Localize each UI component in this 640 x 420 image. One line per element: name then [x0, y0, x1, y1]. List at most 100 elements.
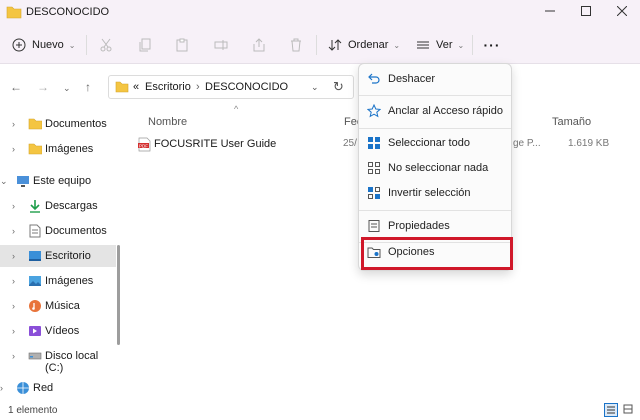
- refresh-icon[interactable]: ↻: [333, 79, 344, 95]
- chevron-right-icon[interactable]: ›: [12, 276, 15, 286]
- chevron-right-icon[interactable]: ›: [12, 251, 15, 261]
- details-view-button[interactable]: [604, 403, 618, 417]
- menu-item-propiedades[interactable]: Propiedades: [359, 215, 511, 239]
- toolbar-divider: [472, 35, 473, 55]
- file-date: 25/: [343, 138, 357, 149]
- chevron-right-icon[interactable]: ›: [12, 351, 15, 361]
- maximize-icon: [581, 6, 591, 16]
- breadcrumb-escritorio[interactable]: Escritorio: [145, 81, 191, 93]
- pdf-icon-text: PDF: [139, 143, 148, 148]
- sidebar-item-label: Disco local (C:): [45, 350, 99, 374]
- address-dropdown-icon[interactable]: ⌄: [311, 82, 319, 93]
- toolbar-divider: [316, 35, 317, 55]
- menu-item-deshacer[interactable]: Deshacer: [359, 68, 511, 92]
- tiles-view-icon: [623, 404, 633, 414]
- copy-icon[interactable]: [138, 38, 152, 52]
- minimize-button[interactable]: [532, 0, 568, 22]
- sidebar-item[interactable]: › Documentos: [0, 220, 116, 242]
- details-view-icon: [607, 406, 615, 414]
- sidebar-item[interactable]: › Escritorio: [0, 245, 116, 267]
- toolbar-divider: [86, 35, 87, 55]
- forward-arrow-icon[interactable]: →: [37, 80, 49, 94]
- download-icon: [30, 200, 40, 213]
- sidebar-scrollbar[interactable]: [117, 245, 120, 345]
- menu-item-invertir[interactable]: Invertir selección: [359, 182, 511, 206]
- recent-locations-icon[interactable]: ⌄: [63, 83, 71, 94]
- command-bar: Nuevo ⌄ Ordenar ⌄ Ver ⌄ ···: [0, 26, 640, 64]
- minimize-icon: [545, 10, 555, 12]
- sidebar-item[interactable]: ⌄ Este equipo: [0, 170, 116, 192]
- breadcrumb-overflow[interactable]: «: [133, 81, 139, 93]
- undo-icon: [368, 73, 380, 84]
- column-header-size[interactable]: Tamaño: [552, 116, 591, 128]
- menu-item-label: No seleccionar nada: [388, 162, 489, 174]
- sidebar-item[interactable]: › Descargas: [0, 195, 116, 217]
- folder-icon: [28, 143, 42, 155]
- more-options-icon[interactable]: ···: [482, 37, 502, 53]
- sidebar-item[interactable]: › Música: [0, 295, 116, 317]
- sidebar-item-label: Documentos: [45, 225, 107, 237]
- chevron-right-icon[interactable]: ›: [12, 301, 15, 311]
- menu-divider: [359, 128, 511, 129]
- sidebar-item-label: Escritorio: [45, 250, 91, 262]
- sidebar-item[interactable]: › Imágenes: [0, 270, 116, 292]
- properties-icon: [368, 220, 380, 232]
- cut-icon[interactable]: [99, 38, 113, 52]
- up-arrow-icon[interactable]: ↑: [85, 80, 91, 94]
- tiles-view-button[interactable]: [622, 403, 636, 417]
- sort-ascending-icon: ^: [234, 104, 239, 114]
- chevron-down-icon: ⌄: [393, 40, 401, 50]
- chevron-right-icon[interactable]: ›: [12, 226, 15, 236]
- maximize-button[interactable]: [568, 0, 604, 22]
- share-icon[interactable]: [252, 38, 266, 52]
- chevron-right-icon[interactable]: ›: [12, 144, 15, 154]
- sidebar-item-label: Descargas: [45, 200, 98, 212]
- folder-icon: [115, 81, 129, 93]
- chevron-down-icon: ⌄: [457, 40, 465, 50]
- chevron-right-icon[interactable]: ›: [12, 201, 15, 211]
- paste-icon[interactable]: [175, 38, 189, 52]
- select-none-icon: [368, 162, 380, 174]
- sidebar-item[interactable]: › Disco local (C:): [0, 345, 116, 374]
- menu-divider: [359, 95, 511, 96]
- highlight-frame: [361, 237, 513, 270]
- desktop-icon: [29, 251, 41, 261]
- delete-icon[interactable]: [289, 38, 303, 52]
- menu-item-anclar[interactable]: Anclar al Acceso rápido: [359, 100, 511, 124]
- folder-icon: [28, 118, 42, 130]
- rename-icon[interactable]: [214, 38, 228, 52]
- breadcrumb-desconocido[interactable]: DESCONOCIDO: [205, 81, 288, 93]
- sidebar-item[interactable]: › Vídeos: [0, 320, 116, 342]
- file-size: 1.619 KB: [568, 138, 610, 149]
- sidebar-item-label: Vídeos: [45, 325, 80, 337]
- column-header-name[interactable]: Nombre: [148, 116, 187, 128]
- sidebar-item[interactable]: › Red: [0, 377, 116, 399]
- menu-item-label: Anclar al Acceso rápido: [388, 105, 503, 117]
- close-button[interactable]: [604, 0, 640, 22]
- view-button[interactable]: Ver ⌄: [416, 36, 464, 54]
- back-arrow-icon[interactable]: ←: [10, 80, 22, 94]
- chevron-down-icon: ⌄: [68, 40, 76, 50]
- pdf-icon: PDF: [138, 137, 151, 152]
- sidebar-item[interactable]: › Documentos: [0, 113, 116, 135]
- chevron-right-icon[interactable]: ›: [0, 383, 3, 393]
- view-icon: [417, 41, 429, 49]
- computer-icon: [17, 176, 29, 187]
- sidebar-item[interactable]: › Imágenes: [0, 138, 116, 160]
- view-label: Ver: [436, 39, 453, 51]
- new-button[interactable]: Nuevo ⌄: [12, 36, 76, 54]
- drive-icon: [28, 352, 42, 360]
- star-icon: [367, 104, 381, 118]
- sidebar-item-label: Red: [33, 382, 54, 394]
- pictures-icon: [29, 276, 41, 286]
- music-icon: [29, 300, 41, 312]
- status-bar: 1 elemento: [0, 400, 640, 420]
- select-all-icon: [368, 137, 380, 149]
- address-bar[interactable]: « Escritorio › DESCONOCIDO ⌄ ↻: [108, 75, 354, 99]
- menu-item-seleccionar-todo[interactable]: Seleccionar todo: [359, 132, 511, 156]
- chevron-right-icon[interactable]: ›: [12, 326, 15, 336]
- chevron-down-icon[interactable]: ⌄: [0, 176, 8, 187]
- chevron-right-icon[interactable]: ›: [12, 119, 15, 129]
- sort-button[interactable]: Ordenar ⌄: [328, 36, 400, 54]
- menu-item-no-seleccionar[interactable]: No seleccionar nada: [359, 157, 511, 181]
